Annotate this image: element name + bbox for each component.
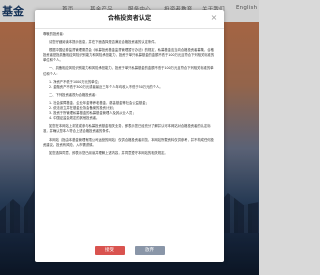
deemed-investors-heading: 二、下列投资者视为合格投资者： xyxy=(49,92,99,97)
list-item: 2. 金融资产不低于300万元或者最近三年个人年均收入不低于50万元的个人。 xyxy=(49,84,163,89)
close-icon[interactable]: × xyxy=(209,13,219,23)
qualified-investor-dialog: 合格投资者认定 × 尊敬的投资者： 请您仔细阅读本提示信息，并在下面选择是否满足… xyxy=(35,10,224,262)
website-statement-paragraph: 本网站（指由本基金管理有限公司运营的网站）仅供合格投资者浏览，本网站所载资料仅供… xyxy=(43,137,214,147)
intro-paragraph: 请您仔细阅读本提示信息，并在下面选择是否满足合格投资者的认定条件。 xyxy=(49,40,158,45)
criteria-heading: 一、具备相应风险识别能力和风险承担能力，投资于单只私募基金的金额不低于100万元… xyxy=(43,66,214,76)
accept-button[interactable]: 接受 xyxy=(94,246,125,255)
deemed-investors-list: 1. 社会保障基金、企业年金等养老基金，慈善基金等社会公益基金； 2. 依法设立… xyxy=(43,101,216,121)
dialog-footer: 接受 放弃 xyxy=(35,246,224,256)
closing-paragraph: 如您选择同意，即表示您已阅读并理解上述内容，并同意遵守本网站的相关规定。 xyxy=(49,150,168,155)
decline-button[interactable]: 放弃 xyxy=(134,246,165,255)
acknowledgement-paragraph: 如您在本网站上浏览或参与私募投资基金相关业务，即表示您已经充分了解并认可本网站对… xyxy=(43,124,211,134)
criteria-list: 1. 净资产不低于1000万元的单位； 2. 金融资产不低于300万元或者最近三… xyxy=(43,80,216,90)
greeting-text: 尊敬的投资者： xyxy=(43,32,67,36)
list-item: 4. 中国证监会规定的其他投资者。 xyxy=(49,116,100,121)
dialog-content: 尊敬的投资者： 请您仔细阅读本提示信息，并在下面选择是否满足合格投资者的认定条件… xyxy=(43,32,216,242)
dialog-title: 合格投资者认定 xyxy=(35,10,224,29)
regulation-paragraph: 根据中国证券监督管理委员会《私募投资基金监督管理暂行办法》的规定，私募基金应当向… xyxy=(43,48,215,63)
